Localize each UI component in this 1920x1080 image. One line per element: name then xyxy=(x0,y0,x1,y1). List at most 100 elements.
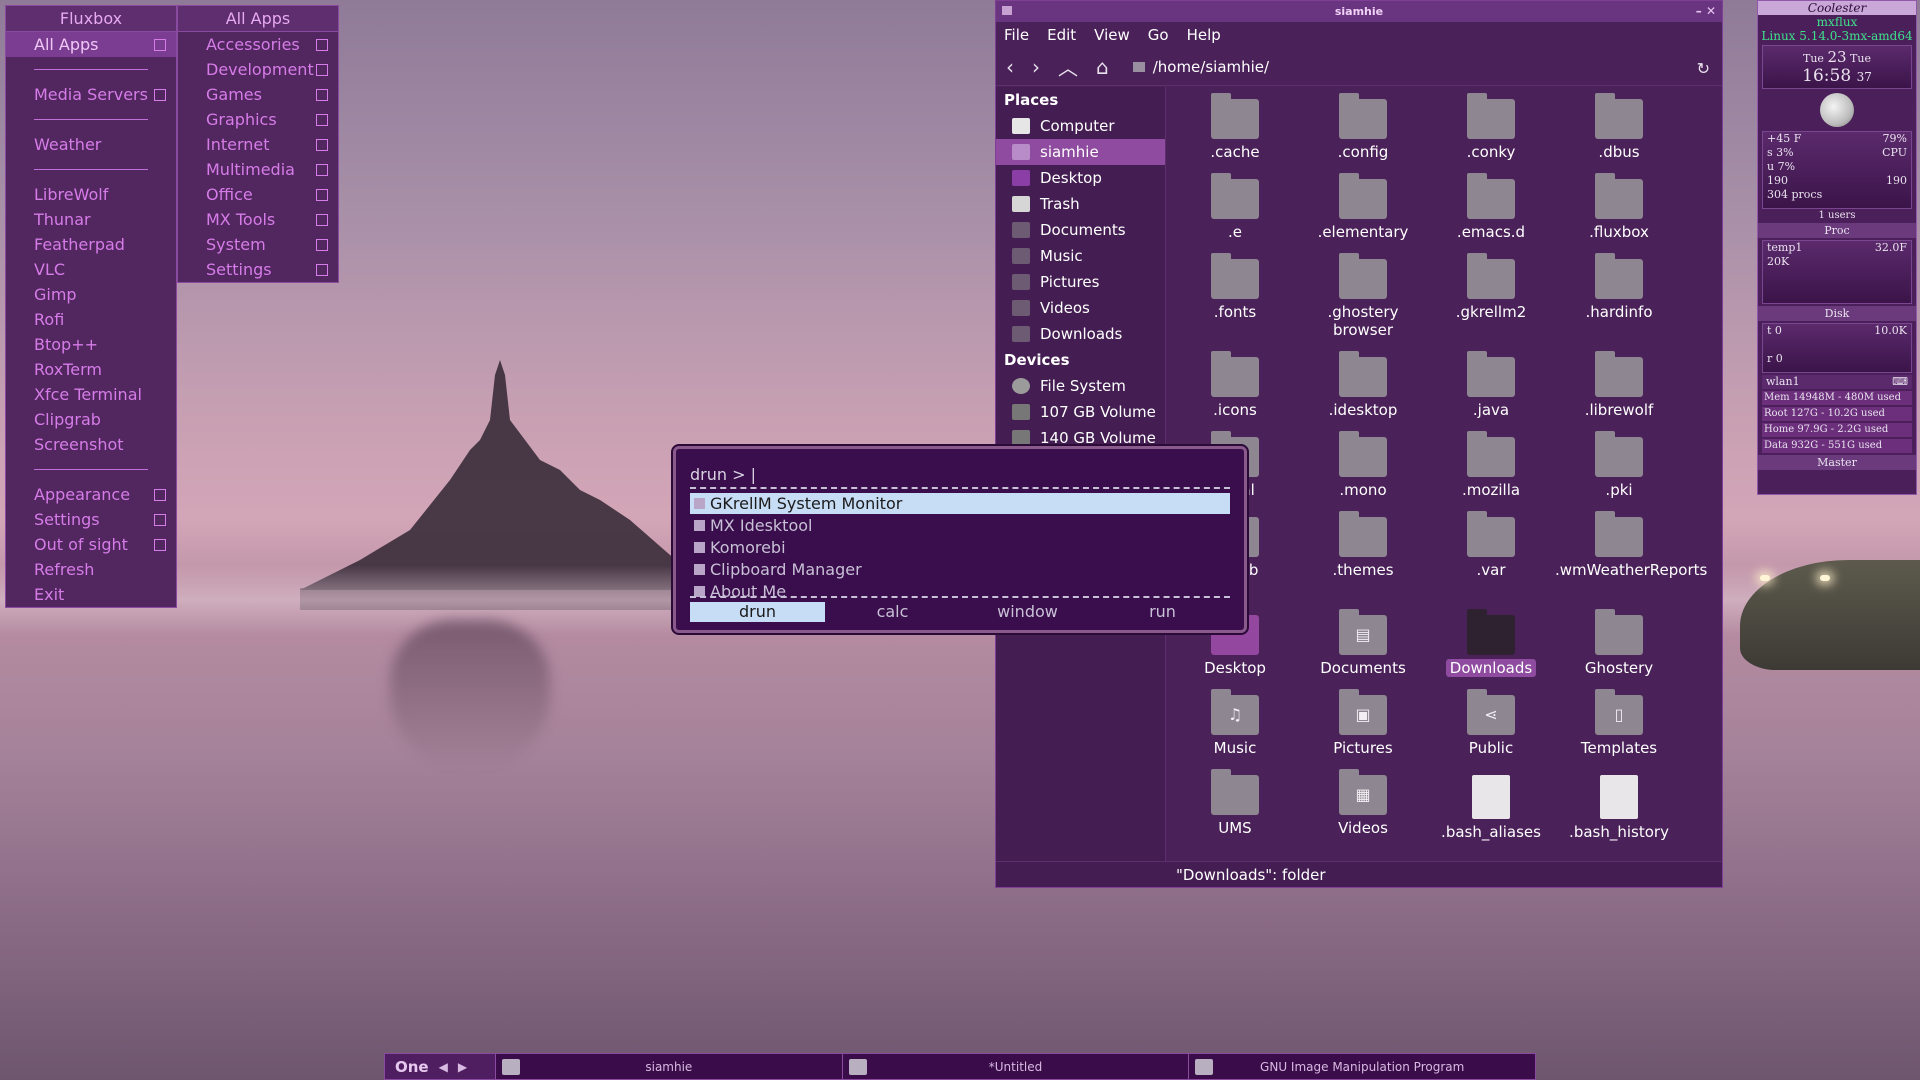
menu-view[interactable]: View xyxy=(1094,26,1130,44)
menu-item-out-of-sight[interactable]: Out of sight xyxy=(6,532,176,557)
menu-item-mx-tools[interactable]: MX Tools xyxy=(178,207,338,232)
menu-item-exit[interactable]: Exit xyxy=(6,582,176,607)
file-item-java[interactable]: .java xyxy=(1427,345,1555,419)
forward-icon[interactable]: › xyxy=(1032,55,1040,79)
file-item-icons[interactable]: .icons xyxy=(1171,345,1299,419)
close-icon[interactable]: ✕ xyxy=(1706,4,1716,18)
file-item-gkrellm2[interactable]: .gkrellm2 xyxy=(1427,247,1555,321)
window-titlebar[interactable]: siamhie – ✕ xyxy=(996,1,1722,22)
sidebar-item-siamhie[interactable]: siamhie xyxy=(996,139,1165,165)
menu-item-system[interactable]: System xyxy=(178,232,338,257)
menu-item-graphics[interactable]: Graphics xyxy=(178,107,338,132)
file-item-dbus[interactable]: .dbus xyxy=(1555,87,1683,161)
menu-item-vlc[interactable]: VLC xyxy=(6,257,176,282)
menu-item-thunar[interactable]: Thunar xyxy=(6,207,176,232)
sidebar-item-pictures[interactable]: Pictures xyxy=(996,269,1165,295)
menu-item-refresh[interactable]: Refresh xyxy=(6,557,176,582)
file-item-public[interactable]: ⋖ Public xyxy=(1427,683,1555,757)
file-item-templates[interactable]: ▯ Templates xyxy=(1555,683,1683,757)
file-item-elementary[interactable]: .elementary xyxy=(1299,167,1427,241)
task-gnu-image-manipulation-program[interactable]: GNU Image Manipulation Program xyxy=(1188,1054,1535,1079)
file-item-config[interactable]: .config xyxy=(1299,87,1427,161)
menu-file[interactable]: File xyxy=(1004,26,1029,44)
file-item-mono[interactable]: .mono xyxy=(1299,425,1427,499)
rofi-mode-calc[interactable]: calc xyxy=(825,602,960,622)
menu-item-appearance[interactable]: Appearance xyxy=(6,482,176,507)
menu-item-weather[interactable]: Weather xyxy=(6,132,176,157)
task-siamhie[interactable]: siamhie xyxy=(495,1054,842,1079)
file-item-bash-aliases[interactable]: .bash_aliases xyxy=(1427,763,1555,841)
next-workspace-icon[interactable]: ▶ xyxy=(458,1060,467,1074)
file-item-videos[interactable]: ▦ Videos xyxy=(1299,763,1427,837)
refresh-icon[interactable]: ↻ xyxy=(1697,59,1710,78)
file-item-e[interactable]: .e xyxy=(1171,167,1299,241)
sidebar-item-107-gb-volume[interactable]: 107 GB Volume xyxy=(996,399,1165,425)
rofi-item-gkrellm-system-monitor[interactable]: GKrellM System Monitor xyxy=(690,493,1230,514)
sidebar-item-computer[interactable]: Computer xyxy=(996,113,1165,139)
rofi-item-mx-idesktool[interactable]: MX Idesktool xyxy=(690,515,1230,536)
file-item-music[interactable]: ♫ Music xyxy=(1171,683,1299,757)
menu-item-roxterm[interactable]: RoxTerm xyxy=(6,357,176,382)
menu-item-gimp[interactable]: Gimp xyxy=(6,282,176,307)
file-item-idesktop[interactable]: .idesktop xyxy=(1299,345,1427,419)
up-icon[interactable]: ︿ xyxy=(1058,52,1078,81)
menu-item-games[interactable]: Games xyxy=(178,82,338,107)
rofi-mode-run[interactable]: run xyxy=(1095,602,1230,622)
file-item-fluxbox[interactable]: .fluxbox xyxy=(1555,167,1683,241)
file-item-hardinfo[interactable]: .hardinfo xyxy=(1555,247,1683,321)
menu-edit[interactable]: Edit xyxy=(1047,26,1076,44)
menu-item-internet[interactable]: Internet xyxy=(178,132,338,157)
rofi-item-about-me[interactable]: About Me xyxy=(690,581,1230,602)
file-item-librewolf[interactable]: .librewolf xyxy=(1555,345,1683,419)
window-menu-icon[interactable] xyxy=(1002,6,1012,15)
file-item-ums[interactable]: UMS xyxy=(1171,763,1299,837)
sidebar-item-downloads[interactable]: Downloads xyxy=(996,321,1165,347)
file-item-emacs-d[interactable]: .emacs.d xyxy=(1427,167,1555,241)
rofi-item-clipboard-manager[interactable]: Clipboard Manager xyxy=(690,559,1230,580)
menu-go[interactable]: Go xyxy=(1148,26,1169,44)
menu-item-all-apps[interactable]: All Apps xyxy=(6,32,176,57)
file-item-fonts[interactable]: .fonts xyxy=(1171,247,1299,321)
workspace-name[interactable]: One xyxy=(395,1058,429,1076)
menu-item-accessories[interactable]: Accessories xyxy=(178,32,338,57)
file-item-pki[interactable]: .pki xyxy=(1555,425,1683,499)
file-item-wmweatherreports[interactable]: .wmWeatherReports xyxy=(1555,505,1707,579)
sidebar-item-documents[interactable]: Documents xyxy=(996,217,1165,243)
menu-item-media-servers[interactable]: Media Servers xyxy=(6,82,176,107)
file-item-cache[interactable]: .cache xyxy=(1171,87,1299,161)
menu-item-clipgrab[interactable]: Clipgrab xyxy=(6,407,176,432)
rofi-prompt[interactable]: drun > | xyxy=(690,465,756,484)
file-item-ghostery[interactable]: Ghostery xyxy=(1555,603,1683,677)
prev-workspace-icon[interactable]: ◀ xyxy=(439,1060,448,1074)
menu-item-settings[interactable]: Settings xyxy=(6,507,176,532)
file-item-conky[interactable]: .conky xyxy=(1427,87,1555,161)
menu-item-xfce-terminal[interactable]: Xfce Terminal xyxy=(6,382,176,407)
sidebar-item-music[interactable]: Music xyxy=(996,243,1165,269)
sidebar-item-desktop[interactable]: Desktop xyxy=(996,165,1165,191)
menu-item-office[interactable]: Office xyxy=(178,182,338,207)
file-item-mozilla[interactable]: .mozilla xyxy=(1427,425,1555,499)
location-bar[interactable]: /home/siamhie/ xyxy=(1132,58,1269,76)
sidebar-item-trash[interactable]: Trash xyxy=(996,191,1165,217)
file-item-documents[interactable]: ▤ Documents xyxy=(1299,603,1427,677)
file-item-themes[interactable]: .themes xyxy=(1299,505,1427,579)
sidebar-item-file-system[interactable]: File System xyxy=(996,373,1165,399)
rofi-mode-window[interactable]: window xyxy=(960,602,1095,622)
sidebar-item-videos[interactable]: Videos xyxy=(996,295,1165,321)
task-untitled[interactable]: *Untitled xyxy=(841,1054,1189,1079)
menu-item-settings[interactable]: Settings xyxy=(178,257,338,282)
menu-item-librewolf[interactable]: LibreWolf xyxy=(6,182,176,207)
back-icon[interactable]: ‹ xyxy=(1006,55,1014,79)
rofi-mode-drun[interactable]: drun xyxy=(690,602,825,622)
file-item-ghostery-browser[interactable]: .ghostery browser xyxy=(1299,247,1427,339)
menu-item-featherpad[interactable]: Featherpad xyxy=(6,232,176,257)
file-item-var[interactable]: .var xyxy=(1427,505,1555,579)
menu-help[interactable]: Help xyxy=(1187,26,1221,44)
menu-item-multimedia[interactable]: Multimedia xyxy=(178,157,338,182)
home-icon[interactable]: ⌂ xyxy=(1096,55,1109,79)
file-item-downloads[interactable]: Downloads xyxy=(1427,603,1555,677)
menu-item-btop[interactable]: Btop++ xyxy=(6,332,176,357)
mixer-master[interactable]: Master xyxy=(1758,455,1916,470)
file-item-bash-history[interactable]: .bash_history xyxy=(1555,763,1683,841)
minimize-icon[interactable]: – xyxy=(1696,4,1702,18)
